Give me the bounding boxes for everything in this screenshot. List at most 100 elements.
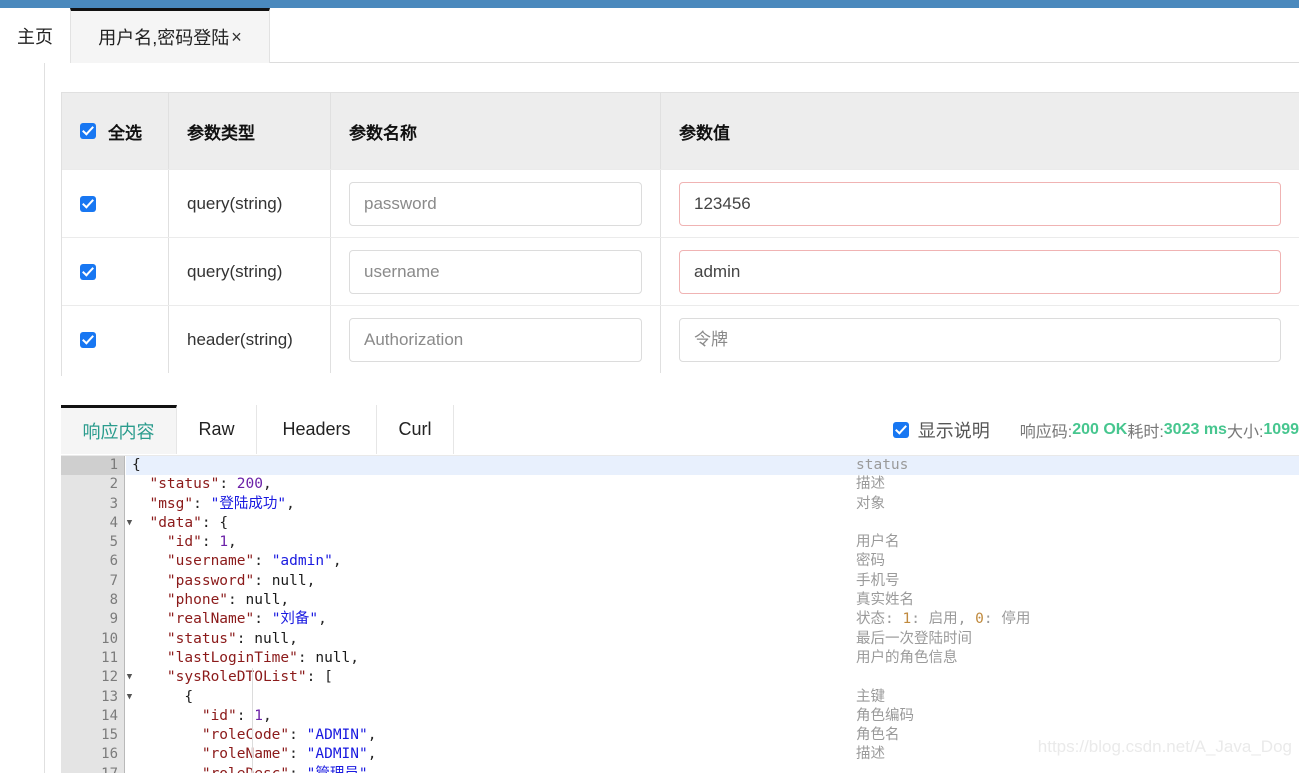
json-response-editor[interactable]: 1▼234▼56789101112▼13▼14151617 { "status"… bbox=[61, 455, 1299, 773]
response-section: 响应内容 Raw Headers Curl 显示说明 响应码: 200 OK 耗… bbox=[61, 405, 1299, 773]
param-name-input[interactable] bbox=[349, 181, 642, 226]
status-code-label: 响应码: bbox=[1019, 423, 1073, 441]
code-line: "username": "admin", bbox=[126, 552, 1299, 571]
param-value-input[interactable] bbox=[679, 317, 1281, 362]
code-token: "sysRoleDTOList" bbox=[166, 669, 307, 686]
code-line: "realName": "刘备", bbox=[126, 610, 1299, 629]
line-number: 12 ▼ bbox=[61, 668, 132, 687]
code-lines: { "status": 200, "msg": "登陆成功", "data": … bbox=[126, 456, 1299, 773]
code-token: : bbox=[254, 572, 272, 589]
tab-raw[interactable]: Raw bbox=[177, 405, 257, 454]
left-rail-divider bbox=[44, 63, 45, 773]
tab-home[interactable]: 主页 bbox=[0, 8, 70, 63]
tab-strip: 主页 用户名,密码登陆 × bbox=[0, 8, 1299, 63]
size-label: 大小: bbox=[1226, 423, 1264, 441]
code-token: "ADMIN" bbox=[306, 727, 368, 744]
code-token: , bbox=[350, 649, 359, 666]
close-icon[interactable]: × bbox=[231, 27, 242, 48]
show-description-checkbox[interactable] bbox=[892, 421, 909, 438]
param-value-input[interactable] bbox=[679, 181, 1281, 226]
code-line: "id": 1, bbox=[126, 707, 1299, 726]
header-cell-param-name: 参数名称 bbox=[331, 93, 661, 169]
row-checkbox[interactable] bbox=[80, 263, 96, 280]
param-name-input[interactable] bbox=[349, 317, 642, 362]
code-token: 200 bbox=[236, 476, 263, 493]
code-token: : bbox=[289, 727, 307, 744]
window-accent-bar bbox=[0, 0, 1299, 8]
row-param-name-cell bbox=[331, 238, 661, 305]
code-token: "roleName" bbox=[201, 746, 290, 763]
code-line: "phone": null, bbox=[126, 591, 1299, 610]
code-line: "status": 200, bbox=[126, 475, 1299, 494]
response-tab-bar: 响应内容 Raw Headers Curl 显示说明 响应码: 200 OK 耗… bbox=[61, 405, 1299, 454]
row-param-name-cell bbox=[331, 306, 661, 373]
code-token: null bbox=[245, 592, 281, 609]
code-token: "id" bbox=[201, 707, 237, 724]
code-token: "status" bbox=[166, 630, 237, 647]
parameters-table: 全选 参数类型 参数名称 参数值 query(string) query(str bbox=[61, 92, 1299, 376]
row-checkbox[interactable] bbox=[80, 195, 96, 212]
code-token: : { bbox=[201, 514, 229, 531]
code-token: , bbox=[306, 572, 316, 589]
code-token: "status" bbox=[149, 476, 220, 493]
code-content[interactable]: { "status": 200, "msg": "登陆成功", "data": … bbox=[126, 456, 1299, 773]
row-select-cell bbox=[62, 170, 169, 237]
row-checkbox[interactable] bbox=[80, 331, 96, 348]
tab-headers[interactable]: Headers bbox=[257, 405, 377, 454]
tab-response-body[interactable]: 响应内容 bbox=[61, 405, 177, 454]
line-number: 14 bbox=[101, 707, 118, 724]
code-token: : bbox=[236, 630, 255, 647]
code-token: : [ bbox=[306, 669, 333, 686]
code-token: , bbox=[332, 553, 342, 570]
code-token: , bbox=[318, 611, 327, 628]
select-all-label: 全选 bbox=[108, 123, 142, 143]
code-token: : bbox=[254, 553, 272, 570]
tab-curl[interactable]: Curl bbox=[377, 405, 454, 454]
code-line: "msg": "登陆成功", bbox=[126, 495, 1299, 514]
code-token: "username" bbox=[166, 553, 255, 570]
line-number-gutter[interactable]: 1▼2 3 4▼5 6 7 8 9 10 11 12▼13▼14 15 16 17 bbox=[61, 456, 132, 773]
code-token: , bbox=[262, 476, 272, 493]
header-cell-param-value: 参数值 bbox=[679, 123, 730, 143]
param-value-input[interactable] bbox=[679, 249, 1281, 294]
code-line: "id": 1, bbox=[126, 533, 1299, 552]
row-param-value-cell bbox=[661, 170, 1299, 237]
row-select-cell bbox=[62, 306, 169, 373]
line-number: 2 bbox=[109, 476, 118, 493]
show-description-toggle[interactable]: 显示说明 bbox=[892, 417, 990, 443]
line-number: 13 ▼ bbox=[61, 688, 132, 707]
code-token: null bbox=[254, 630, 290, 647]
code-token: "lastLoginTime" bbox=[166, 649, 298, 666]
table-row: query(string) bbox=[62, 237, 1299, 305]
code-token: : bbox=[289, 766, 306, 773]
code-line: { bbox=[126, 688, 1299, 707]
code-token: "刘备" bbox=[271, 611, 319, 628]
code-token: "admin" bbox=[271, 553, 333, 570]
line-number: 15 bbox=[101, 727, 118, 744]
header-cell-select-all: 全选 bbox=[62, 93, 169, 169]
param-name-input[interactable] bbox=[349, 249, 642, 294]
select-all-checkbox[interactable] bbox=[80, 123, 96, 139]
code-token: "password" bbox=[166, 572, 255, 589]
size-value: 1099 bbox=[1263, 420, 1299, 438]
code-line: "roleCode": "ADMIN", bbox=[126, 726, 1299, 745]
code-token: "管理员" bbox=[307, 766, 368, 773]
code-token: : bbox=[193, 495, 211, 512]
row-select-cell bbox=[62, 238, 169, 305]
code-token: "roleDesc" bbox=[202, 766, 289, 773]
code-token: , bbox=[262, 707, 272, 724]
code-token: 1 bbox=[254, 707, 263, 724]
row-param-name-cell bbox=[331, 170, 661, 237]
table-row: header(string) bbox=[62, 305, 1299, 373]
tab-login-request[interactable]: 用户名,密码登陆 × bbox=[70, 8, 270, 63]
line-number: 6 bbox=[109, 553, 118, 570]
